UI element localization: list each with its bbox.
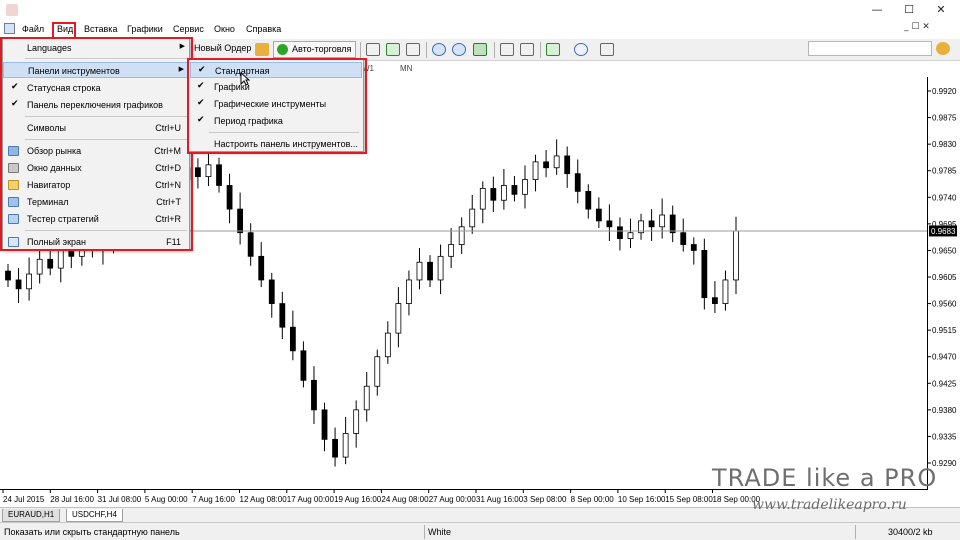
app-logo-icon: [6, 4, 18, 16]
menu-tools[interactable]: Сервис: [173, 24, 204, 34]
price-tick-label: 0.9740: [932, 193, 957, 202]
status-divider: [855, 525, 856, 539]
time-tick-label: 15 Sep 08:00: [665, 495, 713, 504]
maximize-button[interactable]: ☐: [894, 2, 924, 18]
status-hint: Показать или скрыть стандартную панель: [4, 527, 180, 537]
price-tick-label: 0.9380: [932, 406, 957, 415]
zoom-in-icon[interactable]: [432, 43, 446, 56]
watermark-title: TRADE like a PRO: [712, 464, 938, 492]
price-tick-label: 0.9785: [932, 167, 957, 176]
chart-shift-icon[interactable]: [520, 43, 534, 56]
mouse-cursor-icon: [240, 72, 250, 86]
time-tick-label: 10 Sep 16:00: [618, 495, 666, 504]
play-icon: [277, 44, 288, 55]
toolbar-separator: [494, 42, 495, 58]
time-tick-label: 31 Jul 08:00: [98, 495, 142, 504]
menu-charts[interactable]: Графики: [127, 24, 163, 34]
chart-tab-usdchf[interactable]: USDCHF,H4: [66, 509, 123, 522]
price-tick-label: 0.9425: [932, 379, 957, 388]
close-button[interactable]: ✕: [926, 2, 956, 18]
status-traffic: 30400/2 kb: [888, 527, 933, 537]
toolbar-separator: [426, 42, 427, 58]
price-tick-label: 0.9515: [932, 326, 957, 335]
auto-trading-label: Авто-торговля: [292, 44, 352, 54]
price-tick-label: 0.9830: [932, 140, 957, 149]
price-tick-label: 0.9560: [932, 300, 957, 309]
bar-chart-icon[interactable]: [366, 43, 380, 56]
tile-windows-icon[interactable]: [473, 43, 487, 56]
minimize-button[interactable]: —: [862, 2, 892, 18]
menu-file[interactable]: Файл: [22, 24, 44, 34]
candlestick-icon[interactable]: [386, 43, 400, 56]
menu-insert[interactable]: Вставка: [84, 24, 117, 34]
menu-window[interactable]: Окно: [214, 24, 235, 34]
price-tick-label: 0.9605: [932, 273, 957, 282]
time-tick-label: 24 Jul 2015: [3, 495, 45, 504]
time-tick-label: 17 Aug 00:00: [287, 495, 335, 504]
time-tick-label: 28 Jul 16:00: [50, 495, 94, 504]
time-tick-label: 5 Aug 00:00: [145, 495, 188, 504]
time-tick-label: 12 Aug 08:00: [240, 495, 288, 504]
title-bar: — ☐ ✕: [0, 0, 960, 21]
menu-help[interactable]: Справка: [246, 24, 281, 34]
time-tick-label: 27 Aug 00:00: [429, 495, 477, 504]
zoom-out-icon[interactable]: [452, 43, 466, 56]
price-tick-label: 0.9695: [932, 220, 957, 229]
price-tick-label: 0.9335: [932, 432, 957, 441]
toolbar-separator: [360, 42, 361, 58]
search-input[interactable]: [808, 41, 932, 56]
status-divider: [424, 525, 425, 539]
status-bar: Показать или скрыть стандартную панель W…: [0, 522, 960, 540]
mdi-window-buttons[interactable]: _ ☐ ✕: [904, 22, 930, 32]
new-order-button[interactable]: Новый Ордер: [190, 41, 255, 58]
price-tick-label: 0.9470: [932, 353, 957, 362]
view-menu-highlight-box: [0, 37, 193, 251]
period-mn[interactable]: MN: [400, 64, 412, 73]
auto-trading-button[interactable]: Авто-торговля: [273, 41, 357, 58]
time-tick-label: 7 Aug 16:00: [192, 495, 235, 504]
price-tick-label: 0.9650: [932, 246, 957, 255]
time-tick-label: 8 Sep 00:00: [571, 495, 615, 504]
periods-clock-icon[interactable]: [574, 43, 588, 56]
metaeditor-icon[interactable]: [255, 43, 269, 56]
watermark-url: www.tradelikeapro.ru: [752, 497, 907, 513]
status-profile: White: [428, 527, 452, 537]
time-tick-label: 31 Aug 16:00: [476, 495, 524, 504]
autoscroll-icon[interactable]: [500, 43, 514, 56]
line-chart-icon[interactable]: [406, 43, 420, 56]
toolbars-submenu-highlight-box: [187, 58, 367, 154]
time-tick-label: 3 Sep 08:00: [523, 495, 567, 504]
indicators-icon[interactable]: [546, 43, 560, 56]
templates-icon[interactable]: [600, 43, 614, 56]
price-axis: 0.9920 0.9875 0.9830 0.9785 0.9740 0.9695 0.96…: [928, 87, 957, 468]
toolbar-separator: [540, 42, 541, 58]
time-tick-label: 19 Aug 16:00: [334, 495, 382, 504]
time-tick-label: 24 Aug 08:00: [381, 495, 429, 504]
price-tick-label: 0.9875: [932, 114, 957, 123]
search-icon[interactable]: [936, 42, 950, 55]
chart-tab-euraud[interactable]: EURAUD,H1: [2, 509, 61, 522]
chart-window-icon[interactable]: [4, 23, 15, 34]
price-tick-label: 0.9920: [932, 87, 957, 96]
time-axis: 24 Jul 2015 28 Jul 16:00 31 Jul 08:00 5 Aug…: [2, 490, 761, 504]
